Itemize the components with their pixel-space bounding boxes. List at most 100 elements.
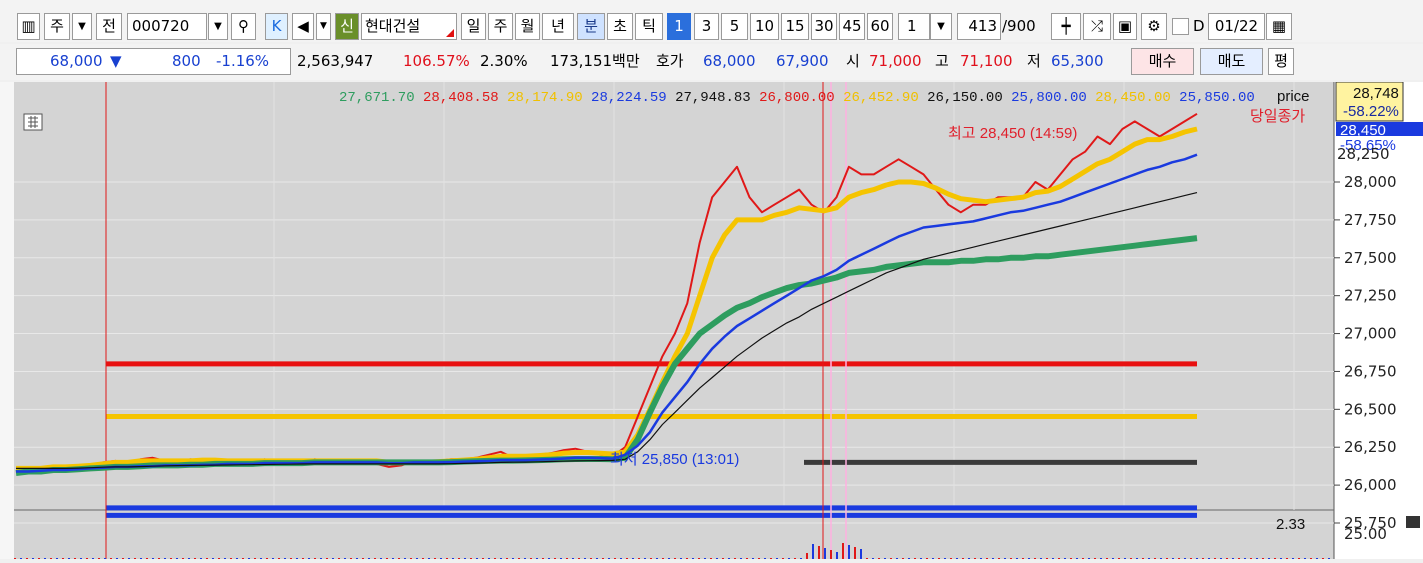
volume-bar xyxy=(842,543,844,559)
count-input[interactable]: 413 xyxy=(957,13,1001,40)
toolbar-row: ▥ 주 ▼ 전 000720 ▼ ⚲ K ◀ ▼ 신 현대건설 일 주 월 년 … xyxy=(0,0,1423,42)
change-percent: -1.16% xyxy=(216,52,270,70)
market-dropdown-icon[interactable]: ▼ xyxy=(72,13,92,40)
chart-legend: 27,671.70 28,408.58 28,174.90 28,224.59 … xyxy=(339,90,1255,106)
legend-value: 28,450.00 xyxy=(1087,90,1171,106)
minute-30[interactable]: 30 xyxy=(811,13,837,40)
y-tick-label: 26,000 xyxy=(1344,476,1397,494)
window-icon[interactable]: ▥ xyxy=(17,13,40,40)
volume-bar xyxy=(812,544,814,559)
legend-price-label: price xyxy=(1277,88,1310,105)
partial-tick-label: 28,250 xyxy=(1337,145,1390,163)
legend-value: 25,800.00 xyxy=(1003,90,1087,106)
legend-value: 27,948.83 xyxy=(667,90,751,106)
period-month[interactable]: 월 xyxy=(515,13,540,40)
multiplier-dropdown-icon[interactable]: ▼ xyxy=(930,13,952,40)
date-label: D xyxy=(1193,17,1205,35)
grid-toggle-glyph xyxy=(28,116,38,128)
volume-bar xyxy=(860,549,862,559)
y-tick-label: 27,500 xyxy=(1344,249,1397,267)
k-button[interactable]: K xyxy=(265,13,288,40)
pane-close-icon[interactable] xyxy=(1406,516,1420,528)
date-input[interactable]: 01/22 xyxy=(1208,13,1265,40)
period-day[interactable]: 일 xyxy=(461,13,486,40)
multiplier-input[interactable]: 1 xyxy=(898,13,930,40)
low-label: 저 xyxy=(1027,52,1041,70)
speaker-icon[interactable]: ◀ xyxy=(292,13,314,40)
eval-button[interactable]: 평 xyxy=(1268,48,1294,75)
name-corner-icon xyxy=(446,29,454,37)
current-price: 68,000 xyxy=(50,52,103,70)
legend-value: 28,408.58 xyxy=(415,90,499,106)
y-tick-label: 26,500 xyxy=(1344,400,1397,418)
minute-3[interactable]: 3 xyxy=(694,13,719,40)
low-annotation: 최저 25,850 (13:01) xyxy=(610,451,739,468)
price-box-value: 28,748 xyxy=(1353,85,1399,102)
chart-plot-bg xyxy=(14,82,1334,559)
volume-bar xyxy=(806,553,808,559)
high-annotation: 최고 28,450 (14:59) xyxy=(948,125,1077,142)
y-tick-label: 26,750 xyxy=(1344,362,1397,380)
price-chart[interactable]: 28,000 27,750 27,500 27,250 27,000 26,750 26,5… xyxy=(14,67,1423,559)
lower-axis-label: 25.00 xyxy=(1344,525,1387,543)
hoga-label: 호가 xyxy=(656,52,684,70)
price-box-pct: -58.22% xyxy=(1343,103,1399,120)
legend-value: 27,671.70 xyxy=(339,90,415,106)
legend-value: 28,174.90 xyxy=(499,90,583,106)
minute-45[interactable]: 45 xyxy=(839,13,865,40)
gear-icon[interactable]: ⚙ xyxy=(1141,13,1167,40)
period-week[interactable]: 주 xyxy=(488,13,513,40)
period-minute[interactable]: 분 xyxy=(577,13,605,40)
period-second[interactable]: 초 xyxy=(607,13,633,40)
count-total: /900 xyxy=(1002,17,1036,35)
y-tick-label: 26,250 xyxy=(1344,438,1397,456)
down-arrow-icon: ▼ xyxy=(110,52,122,70)
legend-value: 25,850.00 xyxy=(1171,90,1255,106)
volume: 2,563,947 xyxy=(297,52,374,70)
stock-name[interactable]: 현대건설 xyxy=(361,13,457,40)
period-tick[interactable]: 틱 xyxy=(635,13,663,40)
legend-value: 26,452.90 xyxy=(835,90,919,106)
minute-15[interactable]: 15 xyxy=(781,13,809,40)
y-tick-label: 27,000 xyxy=(1344,325,1397,343)
search-icon[interactable]: ⚲ xyxy=(231,13,256,40)
market-button[interactable]: 주 xyxy=(44,13,70,40)
trade-amount: 173,151백만 xyxy=(550,52,640,70)
date-checkbox[interactable] xyxy=(1172,18,1189,35)
legend-value: 26,800.00 xyxy=(751,90,835,106)
turnover-rate: 2.30% xyxy=(480,52,528,70)
sell-button[interactable]: 매도 xyxy=(1200,48,1263,75)
minute-5[interactable]: 5 xyxy=(721,13,748,40)
y-tick-label: 28,000 xyxy=(1344,173,1397,191)
minute-10[interactable]: 10 xyxy=(750,13,779,40)
code-dropdown-icon[interactable]: ▼ xyxy=(208,13,228,40)
high-label: 고 xyxy=(935,52,949,70)
code-input[interactable]: 000720 xyxy=(127,13,207,40)
high-price: 71,100 xyxy=(960,52,1013,70)
volume-bar xyxy=(830,550,832,559)
calendar-icon[interactable]: ▦ xyxy=(1266,13,1292,40)
prev-close-label: 당일종가 xyxy=(1250,108,1305,125)
volume-bar xyxy=(836,552,838,559)
minute-1[interactable]: 1 xyxy=(667,13,691,40)
open-label: 시 xyxy=(846,52,860,70)
speaker-dropdown-icon[interactable]: ▼ xyxy=(316,13,331,40)
legend-value: 26,150.00 xyxy=(919,90,1003,106)
save-icon[interactable]: ▣ xyxy=(1113,13,1137,40)
minute-60[interactable]: 60 xyxy=(867,13,893,40)
volume-bar xyxy=(818,546,820,559)
ask-price: 68,000 xyxy=(703,52,756,70)
y-tick-label: 27,750 xyxy=(1344,211,1397,229)
buy-button[interactable]: 매수 xyxy=(1131,48,1194,75)
period-year[interactable]: 년 xyxy=(542,13,574,40)
lower-indicator-value: 2.33 xyxy=(1276,516,1305,533)
prev-button[interactable]: 전 xyxy=(96,13,122,40)
open-price: 71,000 xyxy=(869,52,922,70)
legend-value: 28,224.59 xyxy=(583,90,667,106)
volume-ratio: 106.57% xyxy=(403,52,470,70)
quote-row: 68,000 ▼ 800 -1.16% 2,563,947 106.57% 2.… xyxy=(0,44,1423,80)
y-tick-label: 27,250 xyxy=(1344,287,1397,305)
candle-icon[interactable]: ┿ xyxy=(1051,13,1081,40)
bid-price: 67,900 xyxy=(776,52,829,70)
pattern-icon[interactable]: ⤮ xyxy=(1083,13,1111,40)
